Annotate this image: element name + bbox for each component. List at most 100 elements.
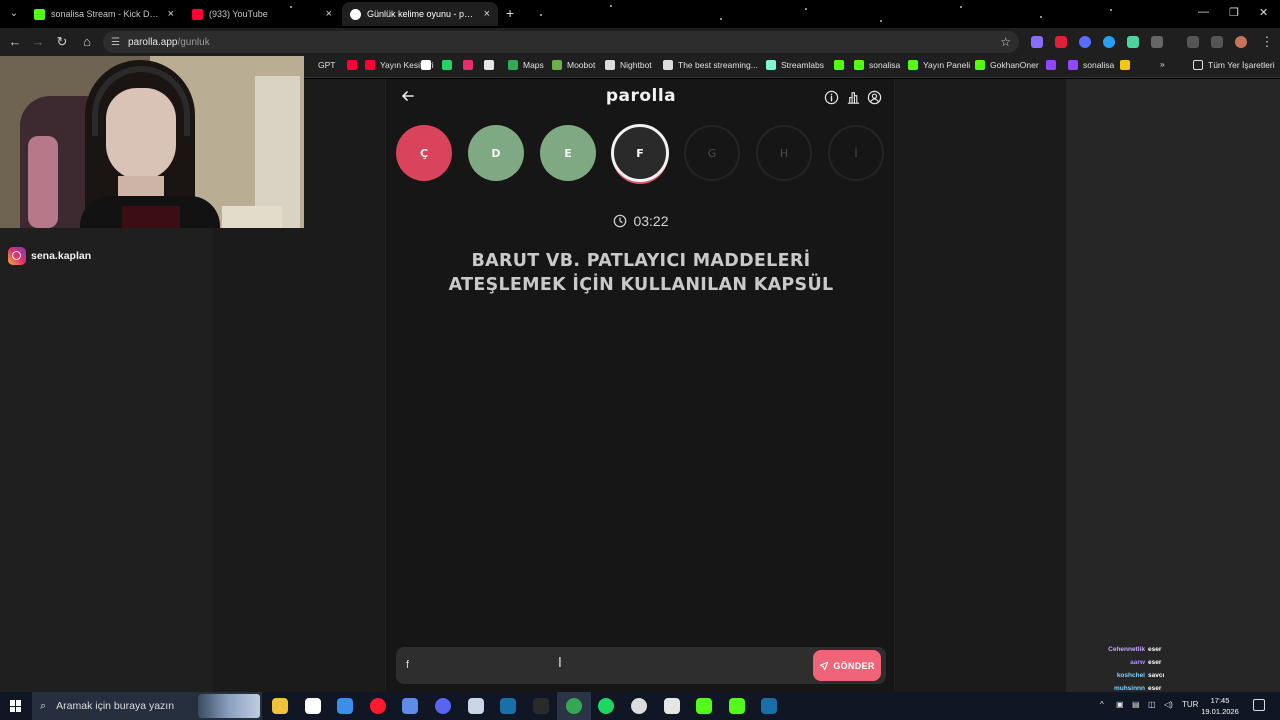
webcam-overlay xyxy=(0,56,304,228)
tab-title: (933) YouTube xyxy=(209,9,268,19)
close-icon[interactable]: × xyxy=(484,8,490,20)
bookmark-item[interactable] xyxy=(421,60,436,70)
bookmark-item[interactable]: sonalisa xyxy=(1068,60,1114,70)
extension-pen-icon[interactable] xyxy=(1031,36,1043,48)
decor-star xyxy=(720,18,722,20)
maps-icon xyxy=(508,60,518,70)
bookmark-item[interactable]: Nightbot xyxy=(605,60,652,70)
taskbar-clock[interactable]: 17:45 19.01.2026 xyxy=(1198,695,1242,717)
tab-parolla[interactable]: Günlük kelime oyunu - parolla × xyxy=(342,2,498,26)
bookmark-item[interactable]: sonalisa xyxy=(854,60,900,70)
extension-red-icon[interactable] xyxy=(1055,36,1067,48)
notification-icon[interactable] xyxy=(1253,699,1265,711)
address-bar[interactable]: ☰ parolla.app/gunluk ☆ xyxy=(103,31,1019,53)
chat-username: Cehennetlik xyxy=(1108,646,1145,653)
download-icon[interactable] xyxy=(1187,36,1199,48)
chat-text: eser xyxy=(1148,659,1162,666)
tab-search-chevron-icon[interactable]: ⌄ xyxy=(6,6,22,22)
clock-date: 19.01.2026 xyxy=(1201,707,1239,716)
back-icon[interactable]: ← xyxy=(7,34,23,49)
bookmark-label: Moobot xyxy=(567,60,596,70)
bookmark-star-icon[interactable]: ☆ xyxy=(1000,35,1011,49)
opera-icon[interactable] xyxy=(370,698,386,714)
bookmarks-overflow-icon[interactable]: » xyxy=(1160,59,1165,69)
mail-icon[interactable] xyxy=(337,698,353,714)
chrome-icon[interactable] xyxy=(566,698,582,714)
letter-circle-pending: H xyxy=(756,125,812,181)
window-close-icon[interactable]: ✕ xyxy=(1259,6,1268,19)
address-host: parolla.app xyxy=(127,36,178,48)
bookmark-item[interactable] xyxy=(463,60,478,70)
epic-games-icon[interactable] xyxy=(533,698,549,714)
kick-icon xyxy=(834,60,844,70)
extension-audio-icon[interactable] xyxy=(1079,36,1091,48)
settings-app-icon[interactable] xyxy=(402,698,418,714)
bookmark-item[interactable]: Streamlabs xyxy=(766,60,824,70)
taskbar-search[interactable]: ⌕ Aramak için buraya yazın xyxy=(32,692,262,720)
forward-icon[interactable]: → xyxy=(30,34,46,49)
new-tab-button[interactable]: + xyxy=(506,5,514,21)
bookmark-item[interactable]: Maps xyxy=(508,60,544,70)
maximize-icon[interactable]: ❐ xyxy=(1229,6,1239,19)
bookmark-item[interactable] xyxy=(1046,60,1061,70)
bookmark-item[interactable]: Yayın Paneli xyxy=(908,60,970,70)
decor-star xyxy=(540,14,542,16)
send-button[interactable]: GÖNDER xyxy=(813,650,881,681)
answer-input[interactable] xyxy=(406,655,766,675)
home-icon[interactable]: ⌂ xyxy=(79,34,95,49)
decor-star xyxy=(805,8,807,10)
twitch-icon xyxy=(1068,60,1078,70)
playlist-icon[interactable] xyxy=(1211,36,1223,48)
bookmark-item[interactable]: GokhanOner xyxy=(975,60,1039,70)
account-icon[interactable] xyxy=(867,90,882,105)
bookmark-item[interactable] xyxy=(347,60,362,70)
tab-kick-dashboard[interactable]: sonalisa Stream - Kick Dashboard × xyxy=(26,2,182,26)
volume-icon[interactable]: ◁) xyxy=(1164,700,1173,709)
language-indicator[interactable]: TUR xyxy=(1182,700,1198,709)
helmet-icon[interactable] xyxy=(664,698,680,714)
kick-studio-2-icon[interactable] xyxy=(729,698,745,714)
app-icon[interactable] xyxy=(468,698,484,714)
file-explorer-icon[interactable] xyxy=(272,698,288,714)
stats-icon[interactable] xyxy=(846,90,861,105)
profile-avatar[interactable] xyxy=(1235,36,1247,48)
discord-icon[interactable] xyxy=(435,698,451,714)
steam-icon[interactable] xyxy=(500,698,516,714)
windows-start-icon[interactable] xyxy=(10,700,22,712)
reload-icon[interactable]: ↻ xyxy=(54,34,70,50)
extensions-puzzle-icon[interactable] xyxy=(1151,36,1163,48)
bookmark-item[interactable]: GPT xyxy=(303,60,335,70)
steam-2-icon[interactable] xyxy=(761,698,777,714)
info-icon[interactable] xyxy=(824,90,839,105)
extension-blue-icon[interactable] xyxy=(1103,36,1115,48)
bookmark-item[interactable]: Moobot xyxy=(552,60,595,70)
bookmark-label: Yayın Paneli xyxy=(923,60,971,70)
minimize-icon[interactable]: — xyxy=(1198,6,1209,18)
bookmark-item[interactable] xyxy=(442,60,457,70)
all-bookmarks-button[interactable]: Tüm Yer İşaretleri xyxy=(1193,60,1275,70)
letter-track: ÇDEFGHİ xyxy=(396,124,886,183)
tray-app-icon[interactable]: ▣ xyxy=(1116,700,1124,709)
site-info-icon[interactable]: ☰ xyxy=(111,37,120,48)
close-icon[interactable]: × xyxy=(168,8,174,20)
obs-icon[interactable] xyxy=(631,698,647,714)
decor-star xyxy=(880,20,882,22)
tray-chevron-icon[interactable]: ^ xyxy=(1100,700,1104,709)
network-icon[interactable]: ◫ xyxy=(1148,700,1156,709)
bookmark-label: GokhanOner xyxy=(990,60,1039,70)
extension-green-icon[interactable] xyxy=(1127,36,1139,48)
bookmark-item[interactable]: The best streaming... xyxy=(663,60,758,70)
webcam-shelf xyxy=(222,206,282,228)
instagram-handle: sena.kaplan xyxy=(8,247,91,265)
bookmark-item[interactable] xyxy=(1120,60,1135,70)
menu-dots-icon[interactable]: ⋮ xyxy=(1259,34,1275,50)
spotify-icon[interactable] xyxy=(598,698,614,714)
kick-studio-icon[interactable] xyxy=(696,698,712,714)
chat-username: koshchei xyxy=(1116,672,1145,679)
tab-youtube[interactable]: (933) YouTube × xyxy=(184,2,340,26)
close-icon[interactable]: × xyxy=(326,8,332,20)
store-icon[interactable] xyxy=(305,698,321,714)
bookmark-item[interactable] xyxy=(834,60,849,70)
tray-app-icon[interactable]: ▤ xyxy=(1132,700,1140,709)
bookmark-item[interactable] xyxy=(484,60,499,70)
